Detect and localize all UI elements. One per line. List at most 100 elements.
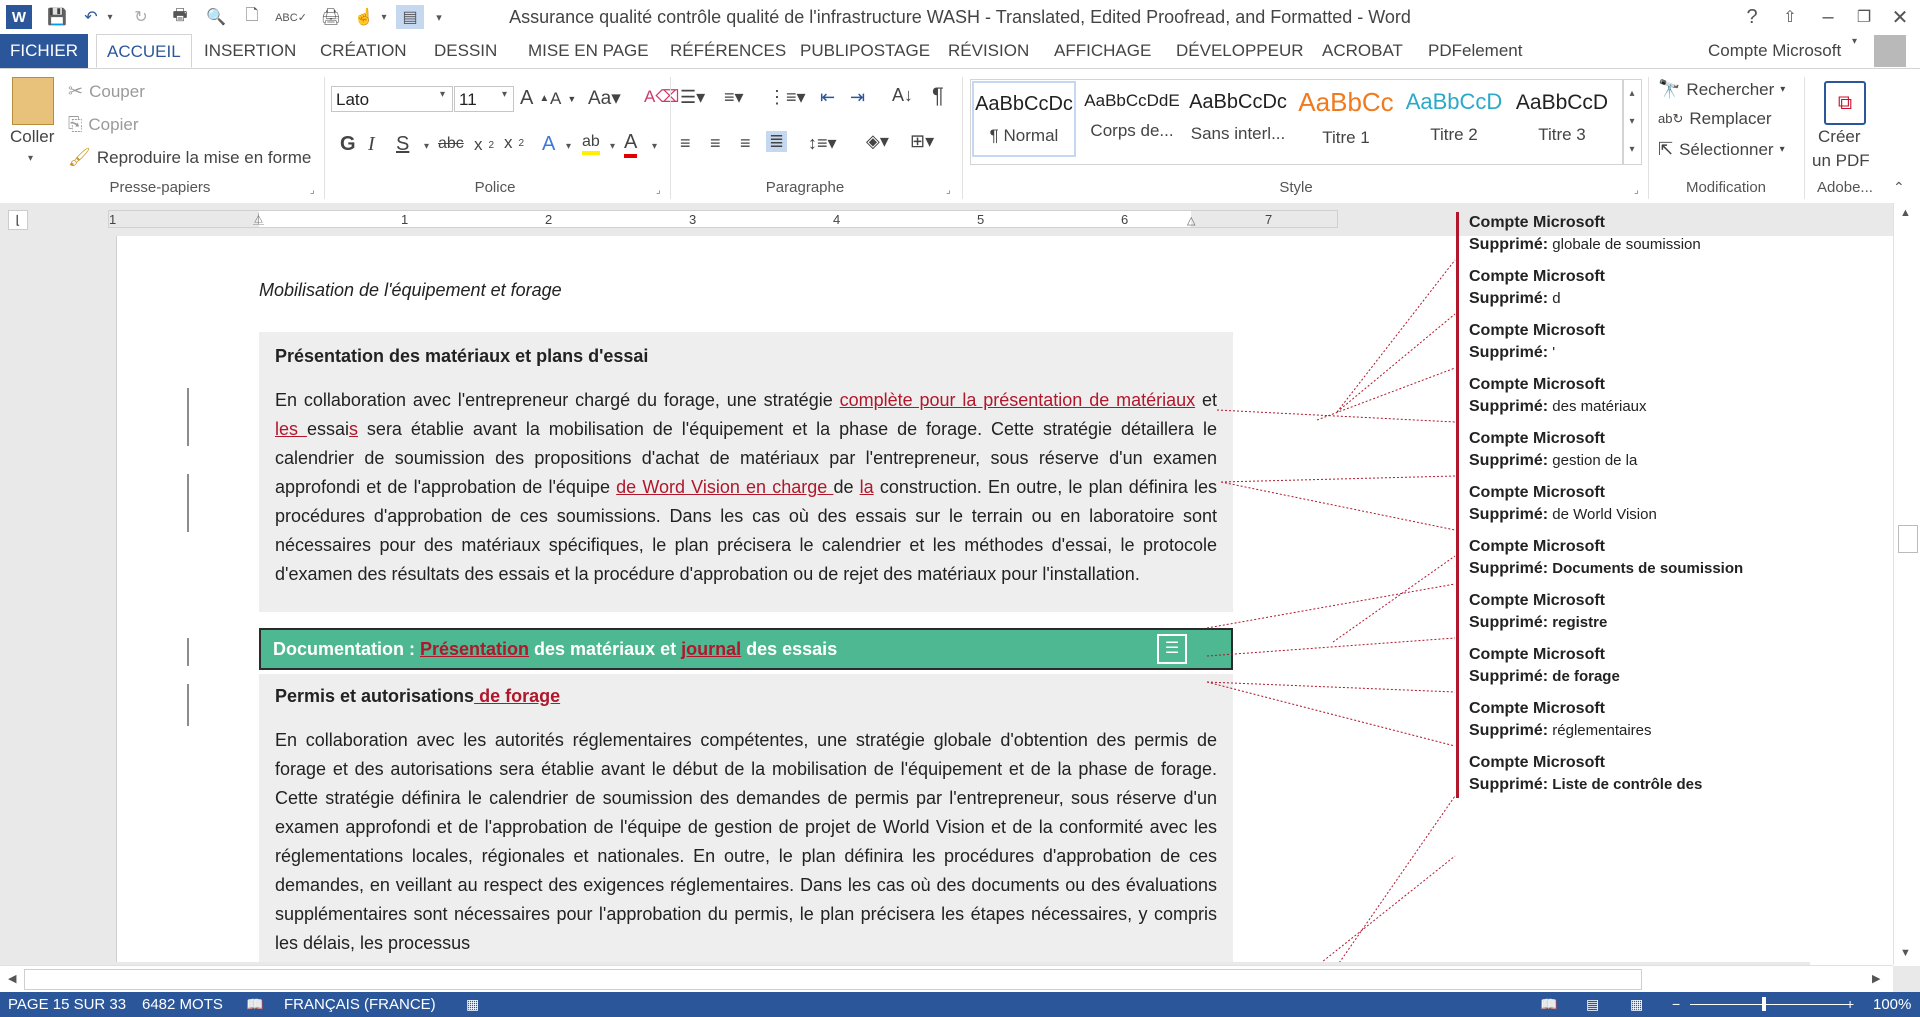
- paste-icon[interactable]: [12, 77, 54, 125]
- zoom-slider-thumb[interactable]: [1762, 997, 1766, 1011]
- subscript-icon[interactable]: x2: [474, 135, 494, 155]
- tab-revision[interactable]: RÉVISION: [938, 34, 1039, 68]
- tab-pdfelement[interactable]: PDFelement: [1418, 34, 1532, 68]
- revision-balloon[interactable]: Compte Microsoft Supprimé: des matériaux: [1456, 374, 1896, 428]
- tab-publipostage[interactable]: PUBLIPOSTAGE: [790, 34, 940, 68]
- change-case-icon[interactable]: Aa▾: [588, 87, 621, 110]
- superscript-icon[interactable]: x2: [504, 133, 524, 153]
- revision-balloon[interactable]: Compte Microsoft Supprimé: Liste de contr…: [1456, 752, 1896, 798]
- macro-icon[interactable]: ▦: [466, 996, 479, 1013]
- right-indent-marker-icon[interactable]: △: [1187, 214, 1195, 227]
- clear-formatting-icon[interactable]: A⌫: [644, 87, 679, 107]
- bullets-icon[interactable]: ☰▾: [680, 87, 705, 108]
- help-button[interactable]: ?: [1734, 2, 1770, 32]
- shading-icon[interactable]: ◈▾: [866, 131, 889, 152]
- page-count[interactable]: PAGE 15 SUR 33: [8, 996, 126, 1013]
- tab-insertion[interactable]: INSERTION: [194, 34, 306, 68]
- borders-icon[interactable]: ⊞▾: [910, 131, 934, 152]
- styles-scroll[interactable]: ▴ ▾ ▾: [1622, 79, 1642, 165]
- clipboard-launcher-icon[interactable]: ⌟: [310, 185, 315, 196]
- tab-references[interactable]: RÉFÉRENCES: [660, 34, 796, 68]
- show-marks-icon[interactable]: ¶: [932, 83, 944, 109]
- align-center-icon[interactable]: ≡: [710, 133, 721, 154]
- style-titre-1[interactable]: AaBbCc Titre 1: [1294, 81, 1398, 157]
- paste-dropdown-icon[interactable]: ▾: [28, 153, 33, 164]
- revision-balloon[interactable]: Compte Microsoft Supprimé: réglementaires: [1456, 698, 1896, 752]
- tab-dessin[interactable]: DESSIN: [424, 34, 507, 68]
- font-color-dropdown-icon[interactable]: ▾: [652, 141, 657, 152]
- bold-icon[interactable]: G: [340, 133, 356, 156]
- font-color-icon[interactable]: A: [624, 131, 638, 158]
- hscroll-thumb[interactable]: [24, 969, 1642, 990]
- horizontal-scrollbar[interactable]: ◀ ▶: [0, 965, 1893, 993]
- revision-balloon[interactable]: Compte Microsoft Supprimé: de forage: [1456, 644, 1896, 698]
- tab-selector[interactable]: ⌊: [8, 210, 28, 230]
- zoom-level[interactable]: 100%: [1873, 996, 1911, 1013]
- revision-balloon[interactable]: Compte Microsoft Supprimé: Documents de s…: [1456, 536, 1896, 590]
- zoom-out-icon[interactable]: −: [1672, 996, 1680, 1012]
- tab-accueil[interactable]: ACCUEIL: [96, 34, 192, 68]
- sort-icon[interactable]: A↓: [892, 85, 913, 106]
- tab-affichage[interactable]: AFFICHAGE: [1044, 34, 1161, 68]
- read-mode-icon[interactable]: 📖: [1540, 996, 1557, 1013]
- underline-dropdown-icon[interactable]: ▾: [424, 141, 429, 152]
- style-sans-interligne[interactable]: AaBbCcDc Sans interl...: [1186, 81, 1290, 157]
- style-titre-3[interactable]: AaBbCcD Titre 3: [1510, 81, 1614, 157]
- ruler[interactable]: 1 1 2 3 4 5 6 7 ⏅ △: [108, 210, 1338, 228]
- font-size-dropdown-icon[interactable]: ▾: [502, 89, 507, 100]
- align-left-icon[interactable]: ≡: [680, 133, 691, 154]
- restore-icon[interactable]: ❐: [1846, 2, 1882, 32]
- scroll-thumb[interactable]: [1898, 525, 1918, 553]
- pdf-icon[interactable]: ⧉: [1824, 81, 1866, 125]
- cut-button[interactable]: ✂ Couper: [68, 81, 145, 102]
- multilevel-list-icon[interactable]: ⋮≡▾: [768, 87, 806, 108]
- decrease-indent-icon[interactable]: ⇤: [820, 87, 835, 108]
- minimize-icon[interactable]: –: [1810, 2, 1846, 32]
- italic-icon[interactable]: I: [368, 133, 375, 156]
- revision-balloon[interactable]: Compte Microsoft Supprimé: d: [1456, 266, 1896, 320]
- revision-balloon[interactable]: Compte Microsoft Supprimé: registre: [1456, 590, 1896, 644]
- tab-developpeur[interactable]: DÉVELOPPEUR: [1166, 34, 1314, 68]
- tab-mise-en-page[interactable]: MISE EN PAGE: [518, 34, 659, 68]
- style-normal[interactable]: AaBbCcDc ¶ Normal: [972, 81, 1076, 157]
- shrink-font-icon[interactable]: A ▼: [550, 89, 576, 109]
- underline-icon[interactable]: S: [396, 133, 409, 156]
- tab-acrobat[interactable]: ACROBAT: [1312, 34, 1413, 68]
- tab-creation[interactable]: CRÉATION: [310, 34, 417, 68]
- style-titre-2[interactable]: AaBbCcD Titre 2: [1402, 81, 1506, 157]
- strikethrough-icon[interactable]: abc: [438, 135, 464, 153]
- zoom-slider[interactable]: [1690, 1004, 1848, 1005]
- font-name-dropdown-icon[interactable]: ▾: [440, 89, 445, 100]
- grow-font-icon[interactable]: A ▲: [520, 87, 549, 110]
- text-effects-dropdown-icon[interactable]: ▾: [566, 141, 571, 152]
- collapse-ribbon-icon[interactable]: ⌃: [1893, 179, 1905, 196]
- align-right-icon[interactable]: ≡: [740, 133, 751, 154]
- text-effects-icon[interactable]: A: [542, 133, 555, 156]
- word-count[interactable]: 6482 MOTS: [142, 996, 223, 1013]
- font-name-box[interactable]: Lato: [331, 86, 453, 112]
- format-painter-button[interactable]: 🖌 Reproduire la mise en forme: [68, 147, 311, 168]
- revision-balloon[interactable]: Compte Microsoft Supprimé: gestion de la: [1456, 428, 1896, 482]
- account-name[interactable]: Compte Microsoft: [1698, 34, 1851, 68]
- paragraph-launcher-icon[interactable]: ⌟: [946, 185, 951, 196]
- vertical-scrollbar[interactable]: ▲ ▼: [1893, 203, 1920, 965]
- revision-balloon[interactable]: Compte Microsoft Supprimé: globale de sou…: [1456, 212, 1896, 266]
- copy-button[interactable]: ⎘ Copier: [68, 114, 139, 135]
- highlight-icon[interactable]: ab: [582, 133, 600, 155]
- create-pdf-label-2[interactable]: un PDF: [1812, 151, 1870, 171]
- tab-fichier[interactable]: FICHIER: [0, 34, 88, 68]
- styles-launcher-icon[interactable]: ⌟: [1634, 185, 1639, 196]
- justify-icon[interactable]: ≣: [766, 131, 788, 152]
- revision-balloon[interactable]: Compte Microsoft Supprimé: ': [1456, 320, 1896, 374]
- replace-button[interactable]: ab↻ Remplacer: [1658, 109, 1772, 129]
- document-page[interactable]: Mobilisation de l'équipement et forage P…: [116, 212, 1920, 966]
- create-pdf-label[interactable]: Créer: [1818, 127, 1861, 147]
- select-button[interactable]: ⇱ Sélectionner ▾: [1658, 139, 1785, 160]
- scroll-left-icon[interactable]: ◀: [8, 972, 16, 985]
- account-dropdown-icon[interactable]: ▾: [1852, 36, 1857, 47]
- web-layout-icon[interactable]: ▦: [1630, 996, 1643, 1013]
- style-corps[interactable]: AaBbCcDdE Corps de...: [1080, 81, 1184, 157]
- find-button[interactable]: 🔭 Rechercher ▾: [1658, 79, 1785, 100]
- line-spacing-icon[interactable]: ↕≡▾: [808, 133, 837, 154]
- increase-indent-icon[interactable]: ⇥: [850, 87, 865, 108]
